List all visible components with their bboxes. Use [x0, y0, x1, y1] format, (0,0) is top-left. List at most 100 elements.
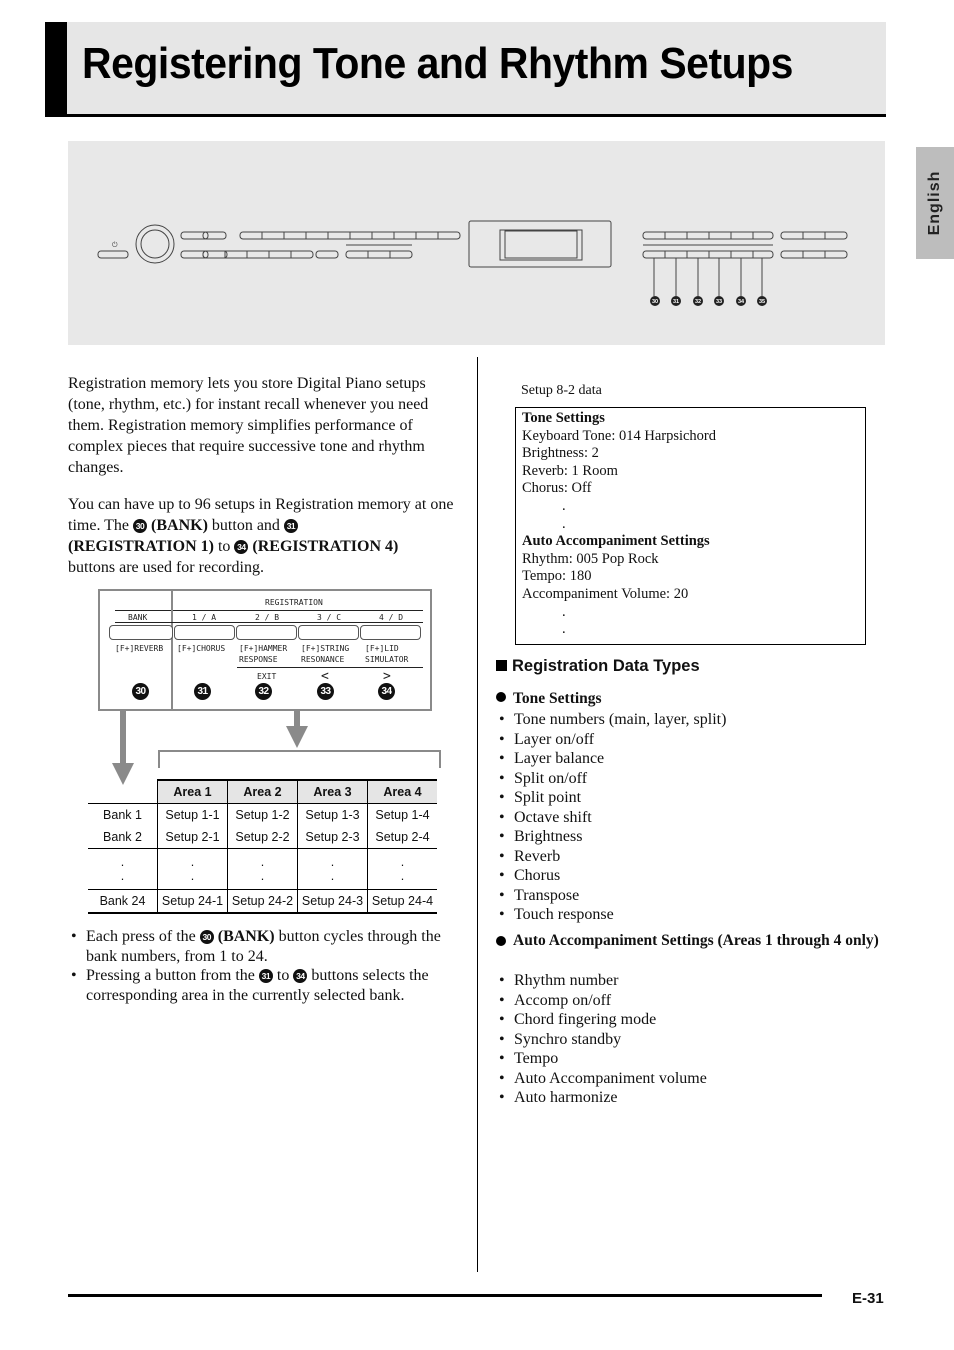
- area-1-function-label: [F+]CHORUS: [177, 644, 226, 653]
- bank-header: BANK: [128, 613, 148, 622]
- intro-paragraph-2: You can have up to 96 setups in Registra…: [68, 494, 460, 578]
- table-cell: . .: [367, 848, 437, 890]
- registration-4-button[interactable]: [360, 625, 421, 640]
- language-tab-label: English: [926, 170, 943, 236]
- footer-rule: [68, 1294, 822, 1297]
- list-item: Rhythm number: [496, 971, 876, 991]
- circle-bullet-icon: [496, 692, 506, 702]
- text: to: [272, 967, 294, 984]
- list-item: Auto Accompaniment volume: [496, 1069, 876, 1089]
- text: to: [213, 538, 235, 555]
- registration-2-button[interactable]: [236, 625, 297, 640]
- column-header: Area 1: [157, 779, 228, 804]
- area-3-header: 3 / C: [317, 613, 342, 622]
- row-header: Bank 24: [88, 889, 158, 914]
- table-cell: . .: [227, 848, 298, 890]
- column-header: Area 3: [297, 779, 368, 804]
- tone-settings-list: Tone numbers (main, layer, split) Layer …: [496, 710, 876, 925]
- area-2-header: 2 / B: [255, 613, 280, 622]
- setup-line: Reverb: 1 Room: [522, 462, 618, 479]
- area-2-function-label-2: RESPONSE: [239, 655, 278, 664]
- list-item: Pressing a button from the 31 to 34 butt…: [68, 966, 460, 1005]
- language-tab: English: [916, 147, 954, 259]
- table-cell: Setup 2-4: [367, 826, 437, 849]
- row-header: Bank 1: [88, 803, 158, 826]
- table-cell: . .: [297, 848, 368, 890]
- area-4-function-label: [F+]LID: [365, 644, 399, 653]
- list-item: Tempo: [496, 1049, 876, 1069]
- title-accent-bar: [45, 22, 67, 114]
- registration-buttons-diagram: REGISTRATION BANK 1 / A 2 / B 3 / C 4 / …: [98, 589, 432, 711]
- list-item: Brightness: [496, 827, 876, 847]
- table-cell: Setup 2-2: [227, 826, 298, 849]
- setup-line: Tempo: 180: [522, 568, 592, 585]
- table-cell: Setup 24-2: [227, 889, 298, 914]
- divider: [115, 622, 423, 623]
- list-item: Reverb: [496, 847, 876, 867]
- page-number: E-31: [852, 1290, 884, 1307]
- table-cell: Setup 1-3: [297, 803, 368, 826]
- table-cell: . .: [157, 848, 228, 890]
- group-heading-text: Tone Settings: [513, 690, 602, 707]
- accomp-settings-heading: Auto Accompaniment Settings: [522, 533, 710, 550]
- table-cell: Setup 1-1: [157, 803, 228, 826]
- control-panel-drawing: ⏻ 30 31 32 33 34 35: [97, 220, 848, 306]
- registration-label: REGISTRATION: [265, 598, 323, 607]
- table-cell: Setup 1-2: [227, 803, 298, 826]
- bank-area-table: Area 1 Area 2 Area 3 Area 4 Bank 1 Setup…: [88, 779, 437, 914]
- number-31-icon: 31: [194, 683, 211, 700]
- callout-34-label: 34: [738, 299, 745, 305]
- row-header: Bank 2: [103, 830, 142, 844]
- list-item: Layer balance: [496, 749, 876, 769]
- square-bullet-icon: [496, 660, 507, 671]
- text: buttons are used for recording.: [68, 559, 264, 576]
- left-arrow-label: <: [321, 669, 329, 684]
- callout-32-label: 32: [695, 299, 701, 305]
- setup-line: Chorus: Off: [522, 480, 592, 497]
- intro-paragraph-1: Registration memory lets you store Digit…: [68, 375, 429, 476]
- setup-caption: Setup 8-2 data: [521, 383, 602, 398]
- number-34-icon: 34: [293, 969, 308, 983]
- bank-label: (BANK): [213, 928, 275, 945]
- registration-1-button[interactable]: [174, 625, 235, 640]
- table-row: Bank 2 Setup 2-1 Setup 2-2 Setup 2-3 Set…: [88, 826, 437, 849]
- circle-bullet-icon: [496, 936, 506, 946]
- control-panel-illustration: ⏻ 30 31 32 33 34 35: [68, 141, 885, 345]
- accomp-settings-list: Rhythm number Accomp on/off Chord finger…: [496, 971, 876, 1108]
- area-bracket: [158, 750, 441, 768]
- number-34-icon: 34: [234, 540, 249, 554]
- setup-line: Brightness: 2: [522, 445, 599, 462]
- list-item: Chord fingering mode: [496, 1010, 876, 1030]
- number-31-icon: 31: [258, 969, 273, 983]
- column-header: Area 2: [227, 779, 298, 804]
- list-item: Accomp on/off: [496, 991, 876, 1011]
- section-heading: Registration Data Types: [496, 657, 700, 676]
- text: Each press of the: [86, 928, 200, 945]
- volume-knob-drawing: [135, 224, 175, 264]
- list-item: Split point: [496, 788, 876, 808]
- list-item: Touch response: [496, 905, 876, 925]
- svg-text:⏻: ⏻: [112, 241, 118, 249]
- bank-label: (BANK): [147, 517, 208, 534]
- section-heading-text: Registration Data Types: [512, 657, 700, 675]
- area-3-function-label: [F+]STRING: [301, 644, 350, 653]
- column-divider: [477, 357, 478, 1272]
- table-cell: Setup 24-1: [157, 889, 228, 914]
- accomp-settings-group-heading: Auto Accompaniment Settings (Areas 1 thr…: [496, 931, 881, 951]
- number-30-icon: 30: [132, 683, 149, 700]
- list-item: Split on/off: [496, 769, 876, 789]
- number-31-icon: 31: [283, 519, 298, 533]
- exit-label: EXIT: [257, 672, 277, 681]
- area-1-header: 1 / A: [192, 613, 217, 622]
- callout-31-label: 31: [673, 299, 679, 305]
- group-heading-text: Auto Accompaniment Settings (Areas 1 thr…: [513, 932, 879, 949]
- setup-line: Accompaniment Volume: 20: [522, 585, 689, 602]
- list-item: Chorus: [496, 866, 876, 886]
- registration-3-button[interactable]: [298, 625, 359, 640]
- bank-separator: [171, 591, 173, 709]
- column-header: Area 4: [367, 779, 437, 804]
- bank-button[interactable]: [109, 625, 173, 640]
- table-cell: Setup 24-4: [367, 889, 437, 914]
- registration-4-label: (REGISTRATION 4): [248, 538, 399, 555]
- table-row: . . . . . . . . . .: [88, 848, 437, 890]
